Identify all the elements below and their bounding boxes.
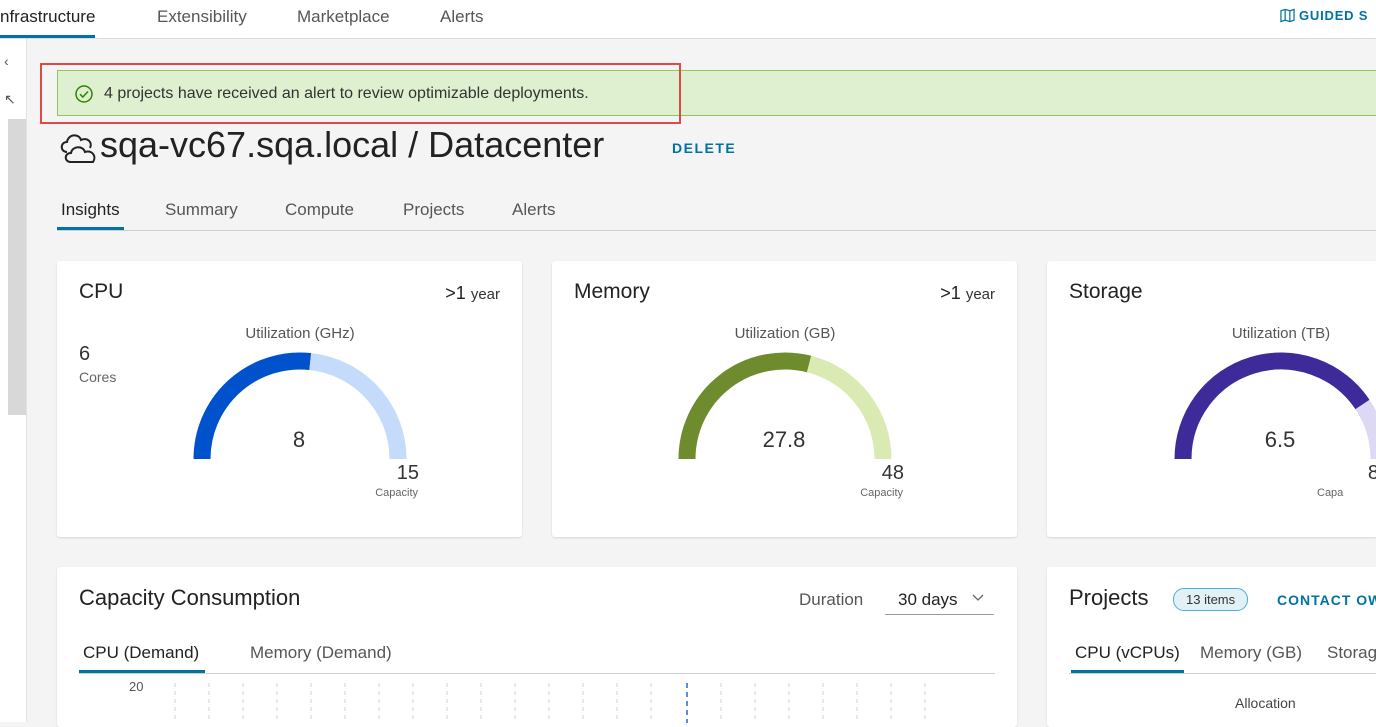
tab-memory-gb[interactable]: Memory (GB) <box>1200 643 1302 663</box>
contact-owners-button[interactable]: CONTACT OW <box>1277 592 1376 608</box>
capacity-tabs: CPU (Demand) Memory (Demand) <box>78 639 995 674</box>
capacity-consumption-card: Capacity Consumption Duration 30 days CP… <box>57 567 1017 727</box>
projects-card: Projects 13 items CONTACT OW CPU (vCPUs)… <box>1047 567 1376 727</box>
page-tabs: Insights Summary Compute Projects Alerts <box>57 200 1376 231</box>
collapse-icon[interactable]: ‹ <box>4 53 9 69</box>
cpu-period-value: >1 <box>445 283 466 303</box>
duration-value: 30 days <box>898 590 958 609</box>
tab-memory-demand[interactable]: Memory (Demand) <box>250 643 392 663</box>
tab-cpu-demand[interactable]: CPU (Demand) <box>78 643 206 673</box>
nav-tab-infrastructure[interactable]: nfrastructure <box>0 7 96 38</box>
left-panel: ‹ ↖ <box>0 39 27 722</box>
tab-projects[interactable]: Projects <box>403 200 464 220</box>
cpu-cores-value: 6 <box>79 343 91 365</box>
memory-card: Memory >1 year Utilization (GB) 27.8 48 … <box>552 261 1017 537</box>
page-title: sqa-vc67.sqa.local / Datacenter <box>100 124 605 165</box>
guided-setup-link[interactable]: GUIDED S <box>1280 8 1376 23</box>
memory-period[interactable]: >1 year <box>940 283 995 304</box>
memory-card-title: Memory <box>574 280 650 303</box>
y-axis-tick: 20 <box>129 679 144 694</box>
tab-compute[interactable]: Compute <box>285 200 354 220</box>
memory-capacity: 48 <box>881 462 904 484</box>
tab-summary[interactable]: Summary <box>165 200 238 220</box>
projects-tabs: CPU (vCPUs) Memory (GB) Storag <box>1069 639 1376 674</box>
cloud-account-icon <box>60 134 96 163</box>
storage-card-title: Storage <box>1069 280 1143 303</box>
cpu-card: CPU >1 year 6 Cores Utilization (GHz) 8 … <box>57 261 522 537</box>
tab-alerts[interactable]: Alerts <box>512 200 555 220</box>
top-navigation: nfrastructure Extensibility Marketplace … <box>0 0 1376 39</box>
duration-select[interactable]: 30 days <box>885 585 994 615</box>
nav-tab-extensibility[interactable]: Extensibility <box>157 7 247 27</box>
cpu-period-unit: year <box>470 286 500 303</box>
map-icon <box>1280 8 1295 23</box>
memory-period-unit: year <box>965 286 995 303</box>
cpu-value: 8 <box>292 427 306 452</box>
projects-title: Projects <box>1069 585 1149 610</box>
memory-capacity-label: Capacity <box>860 487 903 499</box>
capacity-consumption-title: Capacity Consumption <box>79 585 301 610</box>
delete-button[interactable]: DELETE <box>672 140 736 156</box>
tab-storage[interactable]: Storag <box>1327 643 1376 663</box>
scrollbar[interactable] <box>8 119 26 415</box>
cpu-card-title: CPU <box>79 280 124 303</box>
cpu-cores-label: Cores <box>79 369 117 385</box>
storage-utilization-label: Utilization (TB) <box>1231 325 1331 342</box>
gauge-free-arc <box>1355 399 1376 460</box>
duration-label: Duration <box>799 590 864 609</box>
projects-count-badge: 13 items <box>1173 588 1249 611</box>
guided-setup-label: GUIDED S <box>1299 8 1369 23</box>
arrow-icon[interactable]: ↖ <box>4 91 16 108</box>
nav-tab-marketplace[interactable]: Marketplace <box>297 7 390 27</box>
nav-tab-alerts[interactable]: Alerts <box>440 7 483 27</box>
chart-gridlines <box>174 683 926 723</box>
memory-period-value: >1 <box>940 283 961 303</box>
storage-value: 6.5 <box>1264 427 1296 452</box>
storage-capacity-label: Capa <box>1317 487 1344 499</box>
memory-utilization-label: Utilization (GB) <box>734 325 836 342</box>
allocation-label: Allocation <box>1235 695 1296 711</box>
cpu-utilization-label: Utilization (GHz) <box>245 325 355 342</box>
tab-cpu-vcpus[interactable]: CPU (vCPUs) <box>1071 643 1184 673</box>
storage-card: Storage Utilization (TB) 6.5 8 Capa <box>1047 261 1376 537</box>
cpu-capacity-label: Capacity <box>375 487 418 499</box>
memory-value: 27.8 <box>762 427 806 452</box>
chevron-down-icon <box>972 594 984 601</box>
tab-insights[interactable]: Insights <box>57 200 124 230</box>
cpu-period[interactable]: >1 year <box>445 283 500 304</box>
highlight-box <box>40 63 681 124</box>
cpu-capacity: 15 <box>396 462 419 484</box>
storage-capacity: 8 <box>1367 462 1376 484</box>
